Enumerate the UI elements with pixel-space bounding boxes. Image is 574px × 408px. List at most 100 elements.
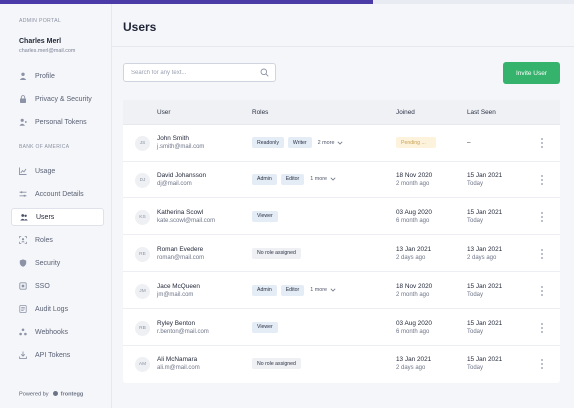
role-chip: Viewer <box>252 210 278 222</box>
portal-label: ADMIN PORTAL <box>19 18 62 24</box>
current-user-email: charles.merl@mail.com <box>19 48 76 54</box>
sidebar-item-profile[interactable]: Profile <box>11 67 104 85</box>
more-roles-dropdown[interactable]: 1 more <box>310 176 336 182</box>
page-title: Users <box>123 20 157 34</box>
sidebar-item-api-tokens[interactable]: API Tokens <box>11 346 104 364</box>
table-row[interactable]: RB Ryley Benton r.benton@mail.com Viewer… <box>123 310 560 346</box>
more-roles-label: 2 more <box>317 139 335 146</box>
kebab-menu-icon[interactable] <box>539 174 545 186</box>
powered-by: Powered by frontegg <box>19 391 83 398</box>
user-name: David Johansson <box>157 171 207 179</box>
invite-user-button[interactable]: Invite User <box>503 62 560 84</box>
shield-icon <box>19 259 27 267</box>
sidebar-item-roles[interactable]: Roles <box>11 231 104 249</box>
last-seen-date: 15 Jan 2021 <box>467 171 503 179</box>
chart-icon <box>19 167 27 175</box>
sidebar-item-label: API Tokens <box>35 351 71 359</box>
last-seen-relative: Today <box>467 217 484 224</box>
sidebar-item-sso[interactable]: SSO <box>11 277 104 295</box>
sidebar-item-privacy-security[interactable]: Privacy & Security <box>11 90 104 108</box>
more-roles-dropdown[interactable]: 1 more <box>310 287 336 293</box>
sidebar-item-label: Webhooks <box>35 328 68 336</box>
kebab-menu-icon[interactable] <box>539 137 545 149</box>
user-email: j.smith@mail.com <box>157 144 205 150</box>
sidebar-item-label: Security <box>35 259 61 267</box>
sidebar-item-personal-tokens[interactable]: Personal Tokens <box>11 113 104 131</box>
last-seen-date: 15 Jan 2021 <box>467 319 503 327</box>
joined-relative: 6 month ago <box>396 328 430 335</box>
table-row[interactable]: JS John Smith j.smith@mail.com Readonly W… <box>123 125 560 162</box>
last-seen-relative: Today <box>467 365 484 372</box>
last-seen-date: 15 Jan 2021 <box>467 282 503 290</box>
role-chip: Admin <box>252 284 277 296</box>
current-user-name: Charles Merl <box>19 38 62 45</box>
sidebar-item-label: Audit Logs <box>35 305 69 313</box>
search-icon[interactable] <box>260 68 269 77</box>
user-name: Ali McNamara <box>157 356 198 364</box>
list-icon <box>19 305 27 313</box>
sidebar-item-label: Account Details <box>35 190 84 198</box>
column-header-last-seen[interactable]: Last Seen <box>467 109 496 116</box>
roles-cell: No role assigned <box>252 247 305 259</box>
more-roles-label: 1 more <box>310 176 328 183</box>
joined-date: 03 Aug 2020 <box>396 319 432 327</box>
sidebar-item-label: Privacy & Security <box>35 95 92 103</box>
sidebar: ADMIN PORTAL Charles Merl charles.merl@m… <box>0 4 112 408</box>
sidebar-item-label: Profile <box>35 72 55 80</box>
kebab-menu-icon[interactable] <box>539 248 545 260</box>
user-email: jm@mail.com <box>157 291 194 298</box>
joined-relative: 2 month ago <box>396 180 430 187</box>
last-seen-date: 15 Jan 2021 <box>467 356 503 364</box>
kebab-menu-icon[interactable] <box>539 322 545 334</box>
kebab-menu-icon[interactable] <box>539 285 545 297</box>
lock-icon <box>19 95 27 103</box>
sidebar-item-account-details[interactable]: Account Details <box>11 185 104 203</box>
app-window: ADMIN PORTAL Charles Merl charles.merl@m… <box>0 4 574 408</box>
sidebar-item-webhooks[interactable]: Webhooks <box>11 323 104 341</box>
roles-cell: Viewer <box>252 210 282 222</box>
column-header-roles[interactable]: Roles <box>252 109 268 116</box>
no-role-chip: No role assigned <box>252 247 301 259</box>
sidebar-item-usage[interactable]: Usage <box>11 162 104 180</box>
sso-icon <box>19 282 27 290</box>
search-input[interactable] <box>123 63 276 82</box>
sidebar-item-users[interactable]: Users <box>11 208 104 226</box>
kebab-menu-icon[interactable] <box>539 358 545 370</box>
roles-icon <box>19 236 27 244</box>
table-row[interactable]: RE Roman Evedere roman@mail.com No role … <box>123 236 560 273</box>
users-table: User Roles Joined Last Seen JS John Smit… <box>123 100 560 383</box>
table-row[interactable]: JM Jace McQueen jm@mail.com Admin Editor 1… <box>123 273 560 310</box>
sidebar-item-audit-logs[interactable]: Audit Logs <box>11 300 104 318</box>
last-seen-relative: Today <box>467 328 484 335</box>
avatar: RB <box>135 320 150 336</box>
roles-cell: Viewer <box>252 321 282 333</box>
roles-cell: Admin Editor 1 more <box>252 173 336 185</box>
main-content: Users Invite User User Roles Joined Last… <box>112 4 574 408</box>
avatar: RE <box>135 246 150 262</box>
powered-by-prefix: Powered by <box>19 391 49 398</box>
download-icon <box>19 351 27 359</box>
kebab-menu-icon[interactable] <box>539 211 545 223</box>
sidebar-item-label: Personal Tokens <box>35 118 87 126</box>
last-seen-date: 15 Jan 2021 <box>467 208 503 216</box>
title-divider <box>112 46 574 47</box>
user-name: John Smith <box>157 135 189 142</box>
last-seen-relative: Today <box>467 180 484 187</box>
roles-cell: Admin Editor 1 more <box>252 284 336 296</box>
joined-date: 18 Nov 2020 <box>396 282 433 290</box>
sidebar-item-security[interactable]: Security <box>11 254 104 272</box>
table-header: User Roles Joined Last Seen <box>123 100 560 125</box>
table-row[interactable]: DJ David Johansson dj@mail.com Admin Edit… <box>123 162 560 199</box>
avatar: JM <box>135 283 150 299</box>
table-row[interactable]: AM Ali McNamara ali.m@mail.com No role a… <box>123 346 560 383</box>
column-header-user[interactable]: User <box>157 109 171 116</box>
role-chip: Viewer <box>252 321 278 333</box>
more-roles-label: 1 more <box>310 287 328 294</box>
user-email: dj@mail.com <box>157 180 192 187</box>
user-email: roman@mail.com <box>157 254 205 261</box>
joined-relative: 2 month ago <box>396 291 430 298</box>
table-row[interactable]: KS Katherina Scowl kate.scowl@mail.com V… <box>123 199 560 236</box>
sidebar-item-label: Users <box>36 213 55 221</box>
column-header-joined[interactable]: Joined <box>396 109 415 116</box>
more-roles-dropdown[interactable]: 2 more <box>318 140 344 146</box>
